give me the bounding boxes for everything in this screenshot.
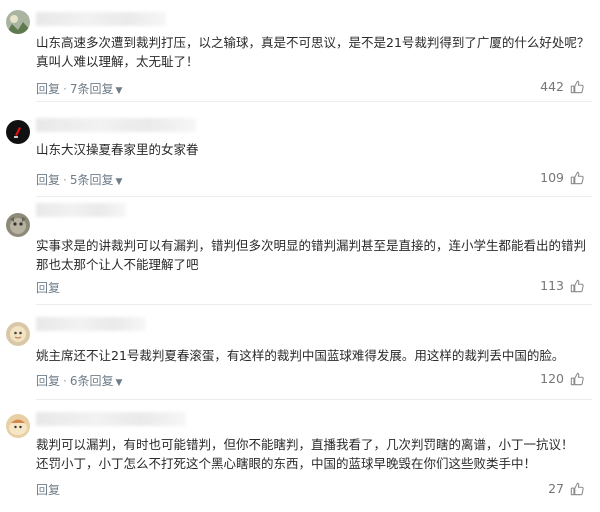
comment-text: 实事求是的讲裁判可以有漏判，错判但多次明显的错判漏判甚至是直接的，连小学生都能看… bbox=[36, 236, 586, 274]
thumb-up-icon[interactable] bbox=[570, 482, 584, 496]
reply-button[interactable]: 回复 bbox=[36, 173, 60, 187]
comment-item: 姚主席还不让21号裁判夏春滚蛋，有这样的裁判中国蓝球难得发展。用这样的裁判丢中国… bbox=[0, 305, 600, 400]
avatar[interactable] bbox=[6, 322, 30, 346]
chevron-down-icon: ▼ bbox=[115, 177, 123, 187]
like-count: 442 bbox=[540, 79, 564, 94]
comment-text: 裁判可以漏判，有时也可能错判，但你不能瞎判，直播我看了，几次判罚瞎的离谱，小丁一… bbox=[36, 435, 586, 473]
avatar[interactable] bbox=[6, 10, 30, 34]
thumb-up-icon[interactable] bbox=[570, 279, 584, 293]
replies-count: 5条回复 bbox=[69, 173, 114, 187]
comment-text-line: 那也太那个让人不能理解了吧 bbox=[36, 257, 199, 272]
username-blurred[interactable] bbox=[36, 203, 126, 217]
comment-text: 山东高速多次遭到裁判打压，以之输球，真是不可思议，是不是21号裁判得到了广厦的什… bbox=[36, 33, 590, 71]
avatar[interactable] bbox=[6, 414, 30, 438]
comment-meta: 回复 bbox=[36, 279, 60, 296]
comment-text-line: 还罚小丁，小丁怎么不打死这个黑心瞎眼的东西，中国的蓝球早晚毁在你们这些败类手中！ bbox=[36, 456, 537, 471]
username-blurred[interactable] bbox=[36, 118, 196, 132]
comment-text-line: 真叫人难以理解，太无耻了！ bbox=[36, 54, 199, 69]
avatar[interactable] bbox=[6, 213, 30, 237]
comment-item: 裁判可以漏判，有时也可能错判，但你不能瞎判，直播我看了，几次判罚瞎的离谱，小丁一… bbox=[0, 400, 600, 512]
comment-text-line: 姚主席还不让21号裁判夏春滚蛋，有这样的裁判中国蓝球难得发展。用这样的裁判丢中国… bbox=[36, 348, 565, 363]
reply-button[interactable]: 回复 bbox=[36, 82, 60, 96]
comment-meta: 回复 · 6条回复 ▼ bbox=[36, 374, 123, 388]
thumb-up-icon[interactable] bbox=[570, 171, 584, 185]
comment-text-line: 山东高速多次遭到裁判打压，以之输球，真是不可思议，是不是21号裁判得到了广厦的什… bbox=[36, 35, 590, 50]
view-replies-link[interactable]: 6条回复 ▼ bbox=[70, 374, 123, 388]
comment-text-line: 实事求是的讲裁判可以有漏判，错判但多次明显的错判漏判甚至是直接的，连小学生都能看… bbox=[36, 238, 587, 253]
like-count: 120 bbox=[540, 371, 564, 386]
comment-text: 姚主席还不让21号裁判夏春滚蛋，有这样的裁判中国蓝球难得发展。用这样的裁判丢中国… bbox=[36, 346, 586, 365]
view-replies-link[interactable]: 5条回复 ▼ bbox=[70, 173, 123, 187]
like-count: 113 bbox=[540, 278, 564, 293]
comment-item: 山东大汉操夏春家里的女家眷 回复 · 5条回复 ▼ 109 bbox=[0, 102, 600, 197]
username-blurred[interactable] bbox=[36, 12, 166, 26]
comment-meta: 回复 · 5条回复 ▼ bbox=[36, 173, 123, 187]
like-count: 109 bbox=[540, 170, 564, 185]
username-blurred[interactable] bbox=[36, 317, 146, 331]
replies-count: 7条回复 bbox=[69, 82, 114, 96]
like-count: 27 bbox=[548, 481, 564, 496]
comment-item: 山东高速多次遭到裁判打压，以之输球，真是不可思议，是不是21号裁判得到了广厦的什… bbox=[0, 0, 600, 102]
thumb-up-icon[interactable] bbox=[570, 80, 584, 94]
comment-meta: 回复 · 7条回复 ▼ bbox=[36, 82, 123, 96]
chevron-down-icon: ▼ bbox=[115, 86, 123, 96]
thumb-up-icon[interactable] bbox=[570, 372, 584, 386]
comment-text-line: 裁判可以漏判，有时也可能错判，但你不能瞎判，直播我看了，几次判罚瞎的离谱，小丁一… bbox=[36, 437, 574, 452]
view-replies-link[interactable]: 7条回复 ▼ bbox=[70, 82, 123, 96]
reply-button[interactable]: 回复 bbox=[36, 374, 60, 388]
comment-meta: 回复 bbox=[36, 481, 60, 498]
comment-item: 实事求是的讲裁判可以有漏判，错判但多次明显的错判漏判甚至是直接的，连小学生都能看… bbox=[0, 197, 600, 305]
comment-text: 山东大汉操夏春家里的女家眷 bbox=[36, 140, 586, 159]
chevron-down-icon: ▼ bbox=[115, 378, 123, 388]
reply-button[interactable]: 回复 bbox=[36, 281, 60, 295]
username-blurred[interactable] bbox=[36, 412, 186, 426]
comment-text-line: 山东大汉操夏春家里的女家眷 bbox=[36, 142, 199, 157]
avatar[interactable] bbox=[6, 120, 30, 144]
reply-button[interactable]: 回复 bbox=[36, 483, 60, 497]
replies-count: 6条回复 bbox=[69, 374, 114, 388]
